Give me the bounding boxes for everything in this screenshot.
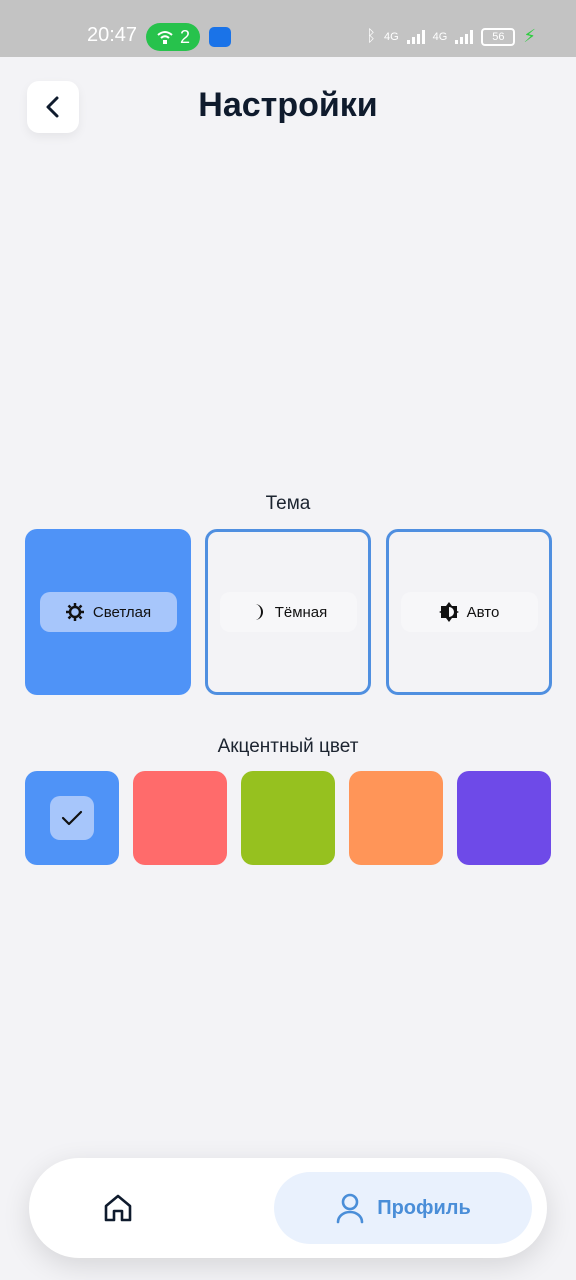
theme-section-label: Тема	[265, 493, 311, 514]
sun-icon	[65, 603, 84, 621]
hotspot-icon	[157, 31, 173, 44]
signal-icon	[455, 29, 474, 44]
theme-option-label: Светлая	[92, 603, 152, 621]
network-type-2: 4G	[432, 30, 448, 43]
signal-icon	[406, 29, 425, 44]
nav-home-button[interactable]	[101, 1191, 135, 1225]
accent-swatch-purple[interactable]	[457, 771, 551, 865]
accent-swatch-blue[interactable]	[25, 771, 119, 865]
moon-icon	[254, 604, 263, 620]
theme-option-label: Авто	[466, 603, 500, 621]
theme-option-label: Тёмная	[274, 603, 328, 621]
battery-icon: 56	[481, 27, 516, 46]
status-bar: 20:47 2 ᛒ 4G 4G 56 ⚡	[0, 0, 576, 57]
accent-section-label: Акцентный цвет	[217, 736, 359, 757]
selected-check	[50, 796, 94, 840]
android-app-icon	[209, 27, 231, 47]
accent-swatch-red[interactable]	[133, 771, 227, 865]
accent-swatch-green[interactable]	[241, 771, 335, 865]
theme-chip-light: Светлая	[39, 592, 177, 632]
theme-option-auto[interactable]: Авто	[386, 529, 552, 695]
accent-swatch-orange[interactable]	[349, 771, 443, 865]
status-time: 20:47	[87, 24, 138, 46]
theme-chip-auto: Авто	[400, 592, 538, 632]
bottom-navigation: Профиль	[29, 1158, 547, 1258]
network-type-1: 4G	[383, 30, 399, 43]
check-icon	[61, 810, 83, 826]
nav-profile-button[interactable]: Профиль	[274, 1172, 532, 1244]
bluetooth-icon: ᛒ	[366, 27, 376, 45]
status-icons: ᛒ 4G 4G 56 ⚡	[366, 26, 536, 47]
user-icon	[336, 1193, 364, 1224]
theme-option-dark[interactable]: Тёмная	[205, 529, 371, 695]
hotspot-count: 2	[179, 26, 190, 47]
battery-level: 56	[492, 30, 505, 43]
page-title: Настройки	[198, 86, 378, 124]
hotspot-pill: 2	[146, 23, 200, 51]
nav-profile-label: Профиль	[377, 1196, 471, 1219]
home-icon	[104, 1194, 132, 1222]
auto-brightness-icon	[438, 602, 459, 622]
charging-icon: ⚡	[523, 26, 536, 46]
theme-chip-dark: Тёмная	[219, 592, 357, 632]
theme-option-light[interactable]: Светлая	[25, 529, 191, 695]
